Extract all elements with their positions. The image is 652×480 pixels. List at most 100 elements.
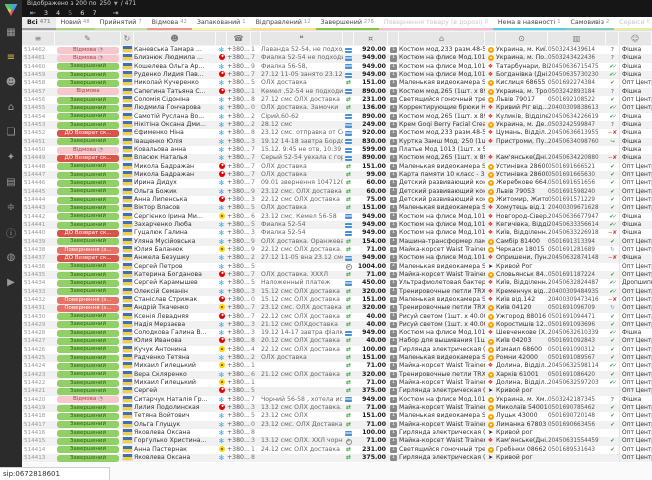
tracking-number[interactable]: 0501691096709: [548, 304, 606, 312]
table-row[interactable]: 514435 Завершений Катерина Богданова +38…: [22, 271, 652, 279]
tracking-number[interactable]: 20450632597203: [548, 379, 606, 387]
table-row[interactable]: 514430 Завершений Ксенія Левадняя +380..…: [22, 313, 652, 321]
table-row[interactable]: 514455 Завершений Людмила Гончарова +380…: [22, 104, 652, 112]
tracking-number[interactable]: [548, 454, 606, 462]
table-row[interactable]: 514446 Завершений Ирина Дидух +380... 7 …: [22, 179, 652, 187]
column-header-status[interactable]: ✎: [55, 32, 121, 45]
tracking-number[interactable]: 20400309671628: [548, 204, 606, 212]
tracking-number[interactable]: 0503242893184: [548, 88, 606, 96]
table-row[interactable]: 514448 Завершений Микола Бадражан +380..…: [22, 163, 652, 171]
customer-name[interactable]: Станіслав Стрижак: [134, 296, 216, 304]
column-header-spacer[interactable]: [606, 32, 619, 45]
table-row[interactable]: 514439 Завершений Уляна Мусійовська +380…: [22, 238, 652, 246]
tracking-number[interactable]: 0501691666521: [548, 163, 606, 171]
customer-phone[interactable]: +380...: [227, 346, 251, 354]
customer-name[interactable]: Ольга Божик: [134, 188, 216, 196]
status-tab[interactable]: Завершений 278: [316, 17, 379, 30]
customer-phone[interactable]: +380...: [227, 288, 251, 296]
customer-phone[interactable]: +380...: [227, 238, 251, 246]
customer-name[interactable]: Микола Бадражан: [134, 171, 216, 179]
tracking-number[interactable]: 20450632874148: [548, 254, 606, 262]
customer-phone[interactable]: +380...: [227, 171, 251, 179]
table-row[interactable]: 514450 Відмова◔ Ковальова анна +380... 7…: [22, 146, 652, 154]
column-header-spacer[interactable]: [388, 32, 399, 45]
table-row[interactable]: 514454 Завершений Самотій Руслана Во... …: [22, 113, 652, 121]
column-header-product[interactable]: ⌂: [399, 32, 485, 45]
customer-name[interactable]: Юлия Баланюк: [134, 246, 216, 254]
column-header-id[interactable]: ≡: [22, 32, 55, 45]
table-row[interactable]: 514414 Завершений Анна Пастернак +380...…: [22, 446, 652, 454]
customer-phone[interactable]: +380...: [227, 337, 251, 345]
customer-phone[interactable]: +380...: [227, 188, 251, 196]
table-row[interactable]: 514416 Завершений Яковлева Оксана +380..…: [22, 429, 652, 437]
table-row[interactable]: 514441 Завершений Захарченко Люба +380..…: [22, 221, 652, 229]
tracking-number[interactable]: 0501692108522: [548, 96, 606, 104]
customer-phone[interactable]: +380...: [227, 271, 251, 279]
customer-name[interactable]: Власюк Наталья: [134, 154, 216, 162]
table-row[interactable]: 514447 Завершений Микола Бадражан +380..…: [22, 171, 652, 179]
tracking-number[interactable]: 20450634226619: [548, 113, 606, 121]
tracking-number[interactable]: 20450636715475: [548, 63, 606, 71]
tracking-number[interactable]: 0503243422436: [548, 54, 606, 62]
sidebar-item-video[interactable]: ▶: [0, 270, 22, 295]
customer-name[interactable]: Анна Пастернак: [134, 446, 216, 454]
column-header-spacer[interactable]: [251, 32, 261, 45]
tracking-number[interactable]: [548, 387, 606, 395]
table-row[interactable]: 514415 Завершений Горгулько Христина... …: [22, 437, 652, 445]
column-header-client[interactable]: ☺: [619, 32, 652, 45]
table-row[interactable]: 514429 Завершений Надія Мерзаєва +380...…: [22, 321, 652, 329]
table-row[interactable]: 514462 Відмова◔ Каневська Тамара ... +38…: [22, 46, 652, 54]
sidebar-item-settings[interactable]: ≑: [0, 195, 22, 220]
sidebar-item-integrations[interactable]: ◍: [0, 245, 22, 270]
customer-phone[interactable]: +380...: [227, 179, 251, 187]
customer-name[interactable]: Нікітіна Оксана Дми...: [134, 121, 216, 129]
first-page-icon[interactable]: ⇤: [30, 9, 36, 17]
customer-phone[interactable]: +380...: [227, 229, 251, 237]
tracking-number[interactable]: 20400309838613: [548, 104, 606, 112]
sidebar-item-reports[interactable]: ▤: [0, 170, 22, 195]
customer-name[interactable]: Сергей Карамышев: [134, 279, 216, 287]
customer-name[interactable]: Сергей Петров: [134, 263, 216, 271]
table-row[interactable]: 514418 Завершений Тетяна Войтович +380..…: [22, 412, 652, 420]
customer-phone[interactable]: +380...: [227, 279, 251, 287]
tracking-number[interactable]: 0501691313394: [548, 238, 606, 246]
chevron-down-icon[interactable]: ▼: [114, 0, 118, 8]
table-row[interactable]: 514461 Відмова◔ Близнюк Людмила ... +380…: [22, 54, 652, 62]
tracking-number[interactable]: 0501691598240: [548, 188, 606, 196]
table-row[interactable]: 514424 Завершений Михаил Гилецький +380.…: [22, 362, 652, 370]
customer-phone[interactable]: +380...: [227, 421, 251, 429]
tracking-number[interactable]: 20450636677947: [548, 213, 606, 221]
table-row[interactable]: 514425 Завершений Радченко Тетяна +380..…: [22, 354, 652, 362]
customer-name[interactable]: Микола Бадражан: [134, 163, 216, 171]
customer-phone[interactable]: +380...: [227, 79, 251, 87]
table-row[interactable]: 514440 ДО Возврат ск... Гуцалюк Галина +…: [22, 229, 652, 237]
customer-phone[interactable]: +380...: [227, 371, 251, 379]
customer-name[interactable]: Анжела Безушку: [134, 254, 216, 262]
sidebar-item-marketing[interactable]: ✦: [0, 145, 22, 170]
tracking-number[interactable]: 0501692274384: [548, 79, 606, 87]
customer-phone[interactable]: +380...: [227, 263, 251, 271]
customer-phone[interactable]: +380...: [227, 321, 251, 329]
tracking-number[interactable]: [548, 429, 606, 437]
tracking-number[interactable]: 0501691089567: [548, 354, 606, 362]
tracking-number[interactable]: 0503242187345: [548, 396, 606, 404]
customer-phone[interactable]: +380...: [227, 354, 251, 362]
tracking-number[interactable]: 0503242599847: [548, 121, 606, 129]
customer-phone[interactable]: +380...: [227, 213, 251, 221]
status-tab[interactable]: Відправлений 12: [251, 17, 316, 30]
customer-phone[interactable]: +380...: [227, 246, 251, 254]
tracking-number[interactable]: [548, 263, 606, 271]
status-tab[interactable]: Новий 48: [56, 17, 95, 30]
tracking-number[interactable]: 0501691665630: [548, 171, 606, 179]
sidebar-item-dashboard[interactable]: ▦: [0, 20, 22, 45]
customer-phone[interactable]: +380...: [227, 254, 251, 262]
customer-phone[interactable]: +380...: [227, 454, 251, 462]
table-row[interactable]: 514444 Завершений Анна Липенська +380...…: [22, 196, 652, 204]
customer-name[interactable]: Яковлева Оксана: [134, 454, 216, 462]
customer-phone[interactable]: +380...: [227, 163, 251, 171]
table-row[interactable]: 514451 Завершений Іващенко Юлія +380... …: [22, 138, 652, 146]
customer-phone[interactable]: +380...: [227, 446, 251, 454]
customer-name[interactable]: Ирина Дидух: [134, 179, 216, 187]
customer-name[interactable]: Ксенія Левадняя: [134, 313, 216, 321]
customer-phone[interactable]: +380...: [227, 113, 251, 121]
